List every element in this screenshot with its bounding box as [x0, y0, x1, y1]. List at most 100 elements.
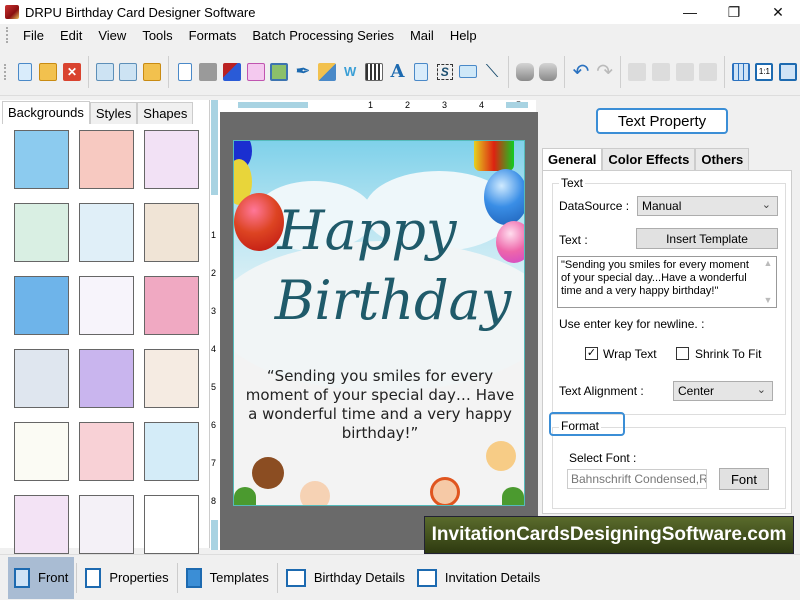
menu-help[interactable]: Help — [442, 28, 485, 43]
properties-button[interactable] — [174, 60, 196, 84]
new-button[interactable] — [14, 60, 36, 84]
background-thumbnail-pink-party[interactable] — [144, 276, 199, 335]
birthday-card[interactable]: Happy Birthday “Sending you smiles for e… — [233, 140, 525, 506]
line-button[interactable]: ⟍ — [481, 60, 503, 84]
card-message[interactable]: “Sending you smiles for every moment of … — [244, 367, 516, 443]
restore-button[interactable]: ❐ — [712, 0, 756, 24]
background-thumbnail-happy-birthday-text[interactable] — [14, 422, 69, 481]
tab-shapes[interactable]: Shapes — [137, 102, 194, 124]
shapes-button[interactable] — [316, 60, 338, 84]
background-thumbnail-butterflies[interactable] — [144, 130, 199, 189]
text-value-textarea[interactable]: "Sending you smiles for every moment of … — [557, 256, 777, 308]
minimize-button[interactable]: — — [668, 0, 712, 24]
background-thumbnail-blue-clouds[interactable] — [14, 130, 69, 189]
close-document-button[interactable]: ✕ — [61, 60, 83, 84]
text-label: Text : — [559, 233, 588, 247]
background-thumbnail-pink-pattern[interactable] — [79, 130, 134, 189]
bottom-tab-properties[interactable]: Properties — [79, 557, 174, 599]
text-document-button[interactable] — [410, 60, 432, 84]
export-button[interactable] — [141, 60, 163, 84]
mail-button[interactable] — [458, 60, 480, 84]
fit-window-button[interactable] — [777, 60, 799, 84]
background-thumbnail-balloon-bird[interactable] — [144, 203, 199, 262]
background-thumbnail-pastel-balloons[interactable] — [79, 276, 134, 335]
database-button[interactable] — [538, 60, 560, 84]
copy-icon — [651, 62, 670, 81]
card-title-birthday[interactable]: Birthday — [248, 269, 524, 332]
font-button[interactable]: Font — [719, 468, 769, 490]
bottom-tab-invitation-details[interactable]: Invitation Details — [411, 557, 546, 599]
undo-button[interactable]: ↶ — [570, 60, 592, 84]
menu-file[interactable]: File — [15, 28, 52, 43]
pen-button[interactable]: ✒ — [292, 60, 314, 84]
print-button[interactable] — [197, 60, 219, 84]
save-button[interactable] — [94, 60, 116, 84]
open-button[interactable] — [38, 60, 60, 84]
background-thumbnail-rainbow-pastel[interactable] — [79, 349, 134, 408]
copy-button[interactable] — [650, 60, 672, 84]
tab-color-effects[interactable]: Color Effects — [602, 148, 696, 170]
grid-button[interactable] — [730, 60, 752, 84]
menu-edit[interactable]: Edit — [52, 28, 90, 43]
ruler-tick: 3 — [442, 100, 448, 110]
cut-button[interactable] — [626, 60, 648, 84]
ruler-tick: 2 — [405, 100, 411, 110]
barcode-button[interactable] — [363, 60, 385, 84]
datasource-dropdown[interactable]: Manual ⌄ — [637, 196, 778, 216]
database-add-button[interactable] — [514, 60, 536, 84]
background-thumbnail-teddy-bears[interactable] — [79, 203, 134, 262]
background-thumbnail-pink-hearts-stripes[interactable] — [79, 422, 134, 481]
background-thumbnail-balloon-bunches[interactable] — [79, 495, 134, 554]
foliage-image — [234, 487, 256, 505]
background-thumbnail-red-hearts[interactable] — [144, 495, 199, 554]
print-icon — [199, 62, 218, 81]
text-property-button[interactable]: Text Property — [596, 108, 728, 134]
toolbar-separator — [724, 55, 725, 88]
tab-general[interactable]: General — [542, 148, 603, 170]
save-as-button[interactable] — [118, 60, 140, 84]
insert-image-button[interactable] — [268, 60, 290, 84]
bottom-bar-separator — [276, 562, 278, 593]
card-title-happy[interactable]: Happy — [234, 199, 512, 262]
tab-styles[interactable]: Styles — [89, 102, 138, 124]
tab-others[interactable]: Others — [695, 148, 750, 170]
mail-icon — [459, 65, 478, 78]
background-thumbnail-colorful-balloons[interactable] — [144, 422, 199, 481]
bottom-tab-front[interactable]: Front — [8, 556, 75, 599]
ruler-tick: 1 — [211, 230, 217, 240]
textarea-scrollbar[interactable]: ▲ ▼ — [760, 257, 776, 307]
shrink-to-fit-checkbox[interactable] — [676, 347, 689, 360]
actual-size-button[interactable]: 1:1 — [754, 60, 776, 84]
wordart-button[interactable]: W — [339, 60, 361, 84]
background-thumbnail-heart-outlines[interactable] — [14, 495, 69, 554]
menu-view[interactable]: View — [90, 28, 134, 43]
bottom-tab-birthday-details[interactable]: Birthday Details — [280, 557, 411, 599]
menu-mail[interactable]: Mail — [402, 28, 442, 43]
bottom-tab-templates[interactable]: Templates — [180, 557, 275, 599]
toolbar-grip — [4, 63, 7, 80]
redo-button[interactable]: ↷ — [594, 60, 616, 84]
background-thumbnail-stars-blue[interactable] — [14, 276, 69, 335]
insert-template-button[interactable]: Insert Template — [636, 228, 778, 249]
font-name-field[interactable]: Bahnschrift Condensed,Regular — [567, 469, 707, 489]
open-folder-icon — [39, 62, 58, 81]
menu-batch-processing[interactable]: Batch Processing Series — [244, 28, 402, 43]
menu-formats[interactable]: Formats — [181, 28, 245, 43]
tab-backgrounds[interactable]: Backgrounds — [2, 101, 90, 124]
text-button[interactable]: A — [387, 60, 409, 84]
background-thumbnail-teddy-beige[interactable] — [144, 349, 199, 408]
menu-tools[interactable]: Tools — [134, 28, 180, 43]
layers-button[interactable] — [221, 60, 243, 84]
gift-box-image — [474, 141, 514, 171]
text-alignment-dropdown[interactable]: Center ⌄ — [673, 381, 773, 401]
app-window: DRPU Birthday Card Designer Software — ❐… — [0, 0, 800, 600]
paste-button[interactable] — [674, 60, 696, 84]
signature-button[interactable]: S — [434, 60, 456, 84]
close-button[interactable]: ✕ — [756, 0, 800, 24]
gift-button[interactable] — [245, 60, 267, 84]
delete-button[interactable] — [697, 60, 719, 84]
redo-icon: ↷ — [596, 61, 613, 83]
background-thumbnail-bubbles[interactable] — [14, 349, 69, 408]
wrap-text-checkbox[interactable]: ✓ — [585, 347, 598, 360]
background-thumbnail-flowers[interactable] — [14, 203, 69, 262]
